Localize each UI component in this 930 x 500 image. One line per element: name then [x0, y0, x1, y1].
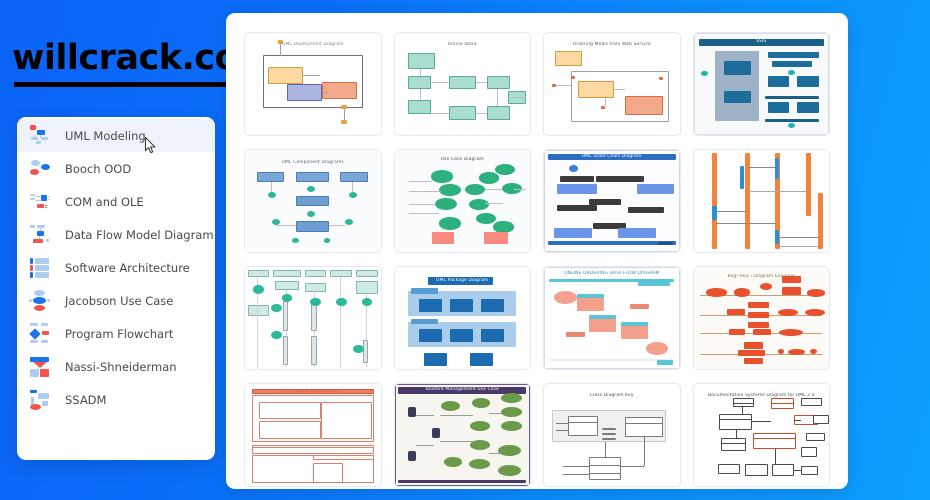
thumbnail-title: UML Package Diagram	[436, 278, 489, 284]
thumbnail-title: ONLINE ORDERING DATA FLOW DIAGRAM	[564, 271, 660, 277]
jacobson-use-case-icon	[29, 289, 55, 313]
template-thumbnail-11[interactable]: ONLINE ORDERING DATA FLOW DIAGRAM	[543, 266, 681, 370]
nassi-shneiderman-icon	[29, 355, 55, 379]
thumbnail-title: Use Case Diagram	[440, 157, 484, 163]
sidebar-item-label: Jacobson Use Case	[65, 293, 174, 308]
template-thumbnail-7[interactable]: UML State Chart Diagram	[543, 149, 681, 253]
category-sidebar: UML Modeling Booch OOD COM and OLE Data …	[17, 117, 215, 460]
thumbnail-title: Online Store	[447, 42, 477, 48]
ssadm-icon	[29, 388, 55, 412]
sidebar-item-8[interactable]: SSADM	[17, 383, 215, 416]
sidebar-item-label: Software Architecture	[65, 260, 190, 275]
template-thumbnail-4[interactable]: SSIS	[692, 32, 830, 136]
thumbnail-title: Class Diagram Key	[589, 393, 634, 399]
template-thumbnail-14[interactable]: Student Management Use Case	[393, 383, 531, 487]
thumbnail-grid: UML Deployment Diagram Online Store Orde…	[244, 32, 830, 487]
template-thumbnail-8[interactable]	[692, 149, 830, 253]
sidebar-item-label: Data Flow Model Diagram	[65, 227, 214, 242]
sidebar-item-5[interactable]: Jacobson Use Case	[17, 284, 215, 317]
sidebar-item-3[interactable]: Data Flow Model Diagram	[17, 218, 215, 251]
sidebar-item-0[interactable]: UML Modeling	[17, 119, 215, 152]
template-thumbnail-3[interactable]: Ordering Meals from Web Service	[543, 32, 681, 136]
template-thumbnail-6[interactable]: Use Case Diagram	[393, 149, 531, 253]
template-thumbnail-15[interactable]: Class Diagram Key	[543, 383, 681, 487]
thumbnail-title: SSIS	[756, 38, 767, 44]
thumbnail-title: Documentation Systems Diagram for UML 2.…	[707, 393, 815, 399]
template-thumbnail-10[interactable]: UML Package Diagram	[393, 266, 531, 370]
watermark-underline	[14, 82, 246, 87]
sidebar-item-label: SSADM	[65, 392, 107, 407]
thumbnail-title: UML State Chart Diagram	[581, 153, 642, 159]
sidebar-item-label: COM and OLE	[65, 194, 144, 209]
thumbnail-title: UML Component Diagrams	[281, 160, 344, 166]
booch-ood-icon	[29, 157, 55, 181]
program-flowchart-icon	[29, 322, 55, 346]
template-thumbnail-2[interactable]: Online Store	[393, 32, 531, 136]
template-thumbnail-12[interactable]: Bilgi Akış ı Diagram Example	[692, 266, 830, 370]
template-thumbnail-9[interactable]	[244, 266, 382, 370]
template-gallery-panel: UML Deployment Diagram Online Store Orde…	[226, 13, 848, 489]
data-flow-model-icon	[29, 223, 55, 247]
com-and-ole-icon	[29, 190, 55, 214]
uml-modeling-icon	[29, 124, 55, 148]
sidebar-item-6[interactable]: Program Flowchart	[17, 317, 215, 350]
sidebar-item-label: Booch OOD	[65, 161, 132, 176]
thumbnail-title: Student Management Use Case	[425, 386, 499, 392]
template-thumbnail-16[interactable]: Documentation Systems Diagram for UML 2.…	[692, 383, 830, 487]
sidebar-item-1[interactable]: Booch OOD	[17, 152, 215, 185]
thumbnail-title: Bilgi Akış ı Diagram Example	[727, 274, 795, 280]
sidebar-item-2[interactable]: COM and OLE	[17, 185, 215, 218]
sidebar-item-label: UML Modeling	[65, 128, 146, 143]
thumbnail-title: UML Deployment Diagram	[282, 42, 344, 48]
sidebar-item-4[interactable]: Software Architecture	[17, 251, 215, 284]
thumbnail-title: Ordering Meals from Web Service	[572, 42, 651, 48]
template-thumbnail-5[interactable]: UML Component Diagrams	[244, 149, 382, 253]
template-thumbnail-13[interactable]: IT Cluster (symmetric)	[244, 383, 382, 487]
sidebar-item-label: Nassi-Shneiderman	[65, 359, 177, 374]
sidebar-item-label: Program Flowchart	[65, 326, 174, 341]
template-thumbnail-1[interactable]: UML Deployment Diagram	[244, 32, 382, 136]
thumbnail-title: IT Cluster (symmetric)	[286, 389, 339, 395]
sidebar-item-7[interactable]: Nassi-Shneiderman	[17, 350, 215, 383]
software-architecture-icon	[29, 256, 55, 280]
